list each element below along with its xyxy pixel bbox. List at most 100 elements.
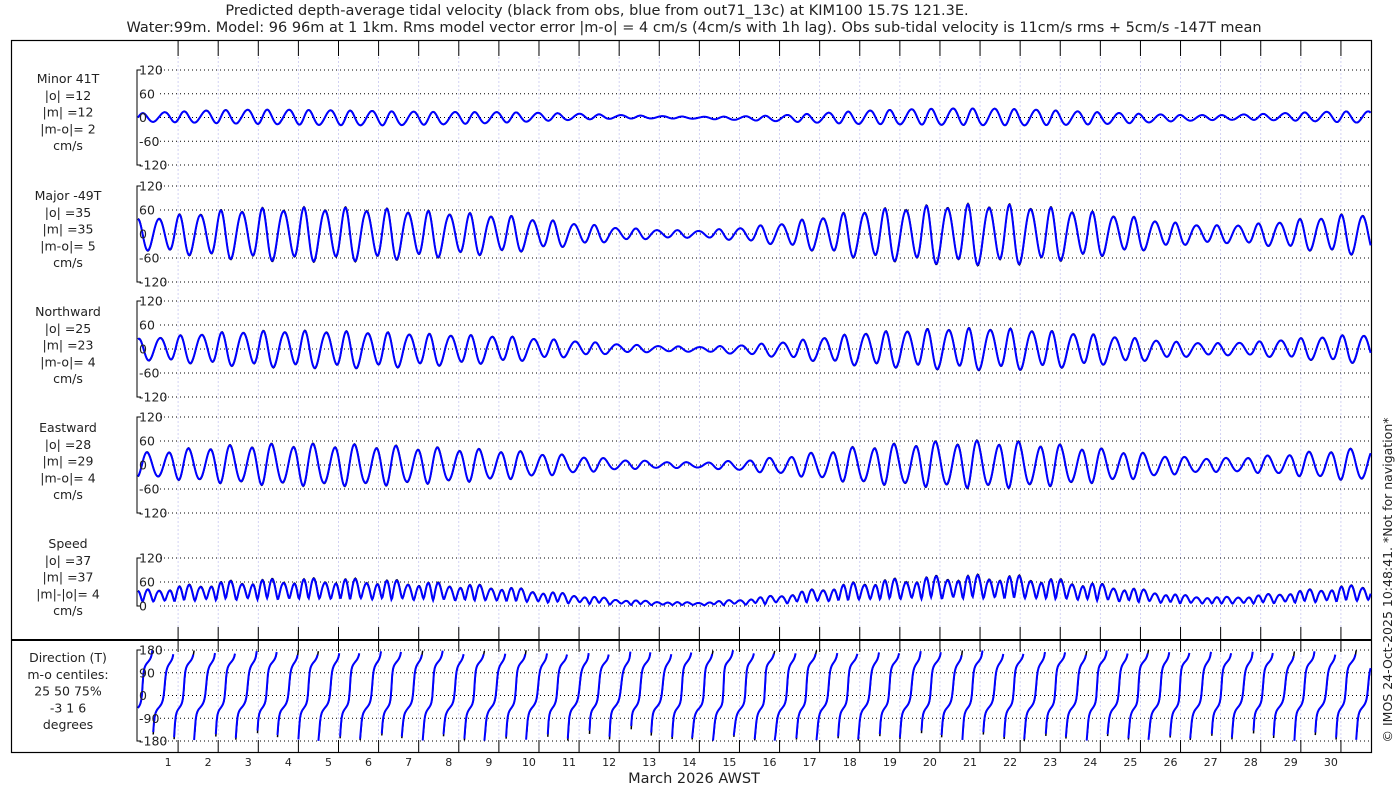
panel-label-minor: cm/s: [53, 138, 83, 153]
x-tick-label: 5: [325, 756, 332, 769]
panel-label-east: cm/s: [53, 487, 83, 502]
y-tick-label: 120: [139, 63, 163, 78]
chart-title-line-2: Water:99m. Model: 96 96m at 1 1km. Rms m…: [126, 20, 1261, 36]
panel-label-east: |o| =28: [45, 437, 91, 452]
y-tick-label: 60: [139, 434, 155, 449]
panel-label-minor: |m-o|= 2: [40, 121, 95, 136]
outer-frame: [10, 39, 1373, 754]
panel-label-speed: Speed: [48, 536, 87, 551]
direction-model-series: [137, 649, 1372, 741]
y-tick-label: 0: [139, 599, 147, 614]
chart-title-line-1: Predicted depth-average tidal velocity (…: [225, 3, 968, 19]
panel-label-north: cm/s: [53, 371, 83, 386]
y-tick-label: 0: [139, 227, 147, 242]
direction-obs-series: [137, 649, 1372, 741]
x-tick-label: 8: [445, 756, 452, 769]
y-tick-label: -120: [139, 275, 167, 290]
y-tick-label: 60: [139, 575, 155, 590]
north-obs-series: [137, 326, 1372, 372]
x-tick-label: 15: [722, 756, 736, 769]
minor-obs-series: [137, 107, 1372, 127]
y-tick-label: -120: [139, 506, 167, 521]
x-tick-label: 6: [365, 756, 372, 769]
x-tick-label: 3: [245, 756, 252, 769]
y-tick-label: 0: [139, 458, 147, 473]
panel-label-minor: |o| =12: [45, 88, 91, 103]
x-tick-label: 1: [165, 756, 172, 769]
y-tick-label: 120: [139, 410, 163, 425]
north-model-series: [137, 327, 1372, 371]
x-tick-label: 25: [1123, 756, 1137, 769]
y-tick-label: 0: [139, 688, 147, 703]
x-tick-label: 28: [1244, 756, 1258, 769]
credit-text: © IMOS 24-Oct-2025 10:48:41. *Not for na…: [1380, 418, 1395, 743]
panel-label-direction: m-o centiles:: [27, 667, 108, 682]
x-tick-label: 2: [205, 756, 212, 769]
panel-label-speed: cm/s: [53, 603, 83, 618]
panel-label-speed: |m| =37: [43, 570, 94, 585]
panel-label-direction: -3 1 6: [50, 700, 86, 715]
major-model-series: [137, 202, 1372, 267]
y-tick-label: 180: [139, 643, 163, 658]
y-tick-label: 0: [139, 342, 147, 357]
y-tick-label: 60: [139, 318, 155, 333]
y-tick-label: -120: [139, 158, 167, 173]
x-tick-label: 29: [1284, 756, 1298, 769]
y-tick-label: 120: [139, 294, 163, 309]
x-tick-label: 4: [285, 756, 292, 769]
x-tick-label: 11: [562, 756, 576, 769]
panel-label-speed: |o| =37: [45, 553, 91, 568]
x-tick-label: 24: [1083, 756, 1097, 769]
panel-label-major: Major -49T: [35, 188, 102, 203]
x-tick-label: 10: [522, 756, 536, 769]
minor-model-series: [137, 107, 1372, 127]
panel-label-north: |o| =25: [45, 321, 91, 336]
x-tick-label: 23: [1043, 756, 1057, 769]
panel-label-north: Northward: [35, 304, 101, 319]
y-tick-label: 60: [139, 86, 155, 101]
x-tick-label: 17: [803, 756, 817, 769]
x-tick-label: 20: [923, 756, 937, 769]
x-tick-label: 26: [1164, 756, 1178, 769]
panel-label-major: cm/s: [53, 255, 83, 270]
y-tick-label: -60: [139, 134, 159, 149]
panel-label-east: |m-o|= 4: [40, 470, 95, 485]
x-tick-label: 27: [1204, 756, 1218, 769]
x-tick-label: 21: [963, 756, 977, 769]
y-tick-label: -60: [139, 482, 159, 497]
panel-label-minor: Minor 41T: [37, 71, 100, 86]
x-tick-label: 7: [405, 756, 412, 769]
panel-label-north: |m| =23: [43, 338, 94, 353]
panel-label-direction: 25 50 75%: [34, 684, 102, 699]
x-tick-label: 22: [1003, 756, 1017, 769]
y-tick-label: -90: [139, 711, 159, 726]
y-tick-label: 60: [139, 203, 155, 218]
y-tick-label: -60: [139, 251, 159, 266]
x-tick-label: 13: [642, 756, 656, 769]
panel-label-north: |m-o|= 4: [40, 354, 95, 369]
y-tick-label: 0: [139, 110, 147, 125]
y-tick-label: -120: [139, 390, 167, 405]
panel-label-major: |o| =35: [45, 205, 91, 220]
panel-label-east: |m| =29: [43, 454, 94, 469]
y-tick-label: -60: [139, 366, 159, 381]
x-tick-label: 19: [883, 756, 897, 769]
x-axis-label: March 2026 AWST: [628, 771, 760, 787]
panel-label-major: |m-o|= 5: [40, 238, 95, 253]
x-tick-label: 18: [843, 756, 857, 769]
y-tick-label: 120: [139, 179, 163, 194]
panel-label-major: |m| =35: [43, 222, 94, 237]
x-tick-label: 16: [763, 756, 777, 769]
y-tick-label: -180: [139, 734, 167, 749]
x-tick-label: 12: [602, 756, 616, 769]
tidal-velocity-chart: Predicted depth-average tidal velocity (…: [10, 3, 1395, 787]
panel-label-speed: |m|-|o|= 4: [36, 586, 100, 601]
y-tick-label: 90: [139, 665, 155, 680]
east-model-series: [137, 439, 1372, 490]
speed-model-series: [137, 573, 1372, 607]
panel-label-direction: degrees: [43, 717, 93, 732]
x-tick-label: 9: [485, 756, 492, 769]
y-tick-label: 120: [139, 551, 163, 566]
panel-label-direction: Direction (T): [29, 650, 107, 665]
x-tick-label: 14: [682, 756, 696, 769]
